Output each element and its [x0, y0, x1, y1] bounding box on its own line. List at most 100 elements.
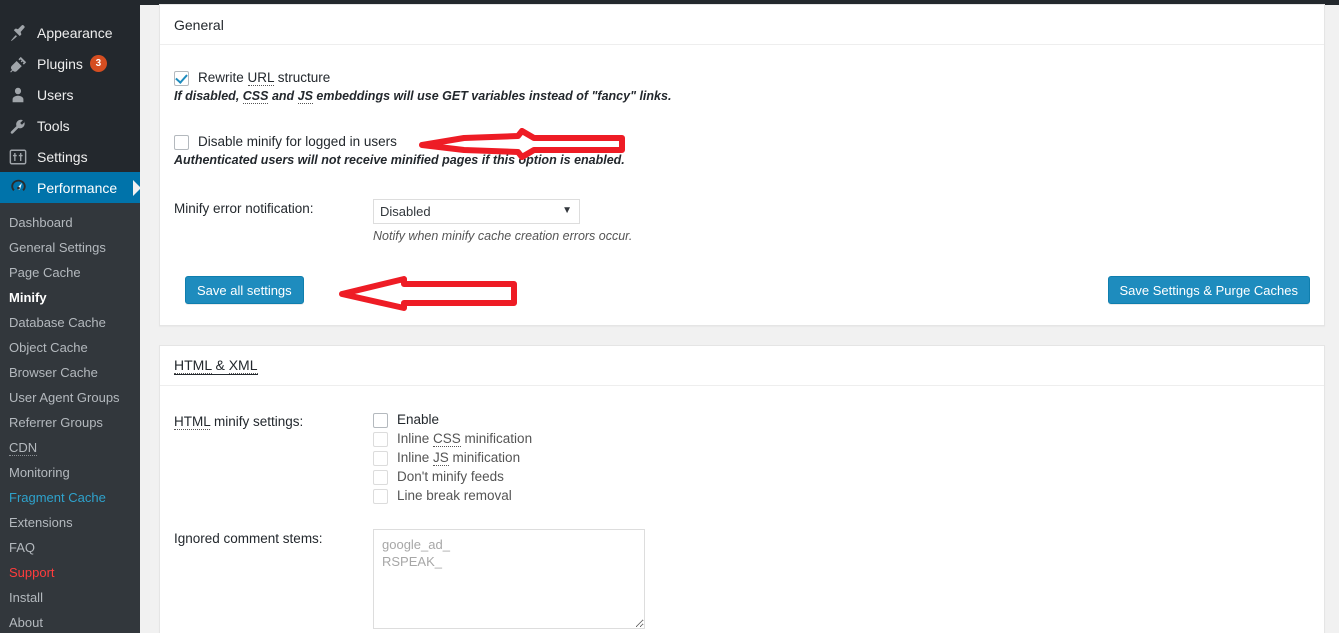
html-xml-panel-body: HTML minify settings: Enable Inline CSS … [160, 386, 1324, 633]
html-minify-label-rest: minify settings: [210, 414, 304, 429]
html-enable-checkbox[interactable] [373, 413, 388, 428]
wordpress-admin-screen: Appearance Plugins 3 Users Tools Setting… [0, 0, 1339, 633]
html-enable-label: Enable [397, 412, 440, 427]
inline-css-pre: Inline [397, 431, 434, 446]
submenu-item-install[interactable]: Install [0, 585, 140, 610]
submenu-item-user-agent-groups[interactable]: User Agent Groups [0, 385, 140, 410]
submenu-item-faq[interactable]: FAQ [0, 535, 140, 560]
sidebar-item-label: Settings [37, 148, 88, 165]
sidebar-item-label: Appearance [37, 24, 113, 41]
rewrite-url-help: If disabled, CSS and JS embeddings will … [174, 89, 1310, 104]
submenu-item-database-cache[interactable]: Database Cache [0, 310, 140, 335]
dont-minify-feeds-label: Don't minify feeds [397, 469, 504, 484]
save-all-settings-button[interactable]: Save all settings [185, 276, 304, 304]
sidebar-item-label: Plugins [37, 55, 83, 72]
save-settings-purge-caches-button[interactable]: Save Settings & Purge Caches [1107, 276, 1310, 304]
submenu-item-extensions[interactable]: Extensions [0, 510, 140, 535]
general-panel: General Rewrite URL structure If disable… [159, 4, 1325, 326]
inline-js-minification-label: Inline JS minification [397, 450, 521, 466]
submenu-item-minify[interactable]: Minify [0, 285, 140, 310]
users-person-icon [8, 85, 28, 105]
js-abbr: JS [433, 450, 449, 466]
inline-js-minification-row[interactable]: Inline JS minification [373, 450, 1310, 466]
minify-error-notification-select[interactable]: Disabled Admin Notification Email Notifi… [373, 199, 580, 224]
tools-wrench-icon [8, 116, 28, 136]
submenu-item-fragment-cache[interactable]: Fragment Cache [0, 485, 140, 510]
submenu-item-general-settings[interactable]: General Settings [0, 235, 140, 260]
inline-css-post: minification [460, 431, 533, 446]
html-abbr: HTML [174, 356, 212, 374]
sidebar-item-plugins[interactable]: Plugins 3 [0, 48, 140, 79]
minify-error-notification-label: Minify error notification: [174, 201, 314, 216]
html-xml-panel: HTML & XML HTML minify settings: Enable … [159, 345, 1325, 633]
submenu-item-page-cache[interactable]: Page Cache [0, 260, 140, 285]
submenu-item-about[interactable]: About [0, 610, 140, 633]
rewrite-help-1: If disabled, [174, 89, 243, 103]
sidebar-item-appearance[interactable]: Appearance [0, 17, 140, 48]
disable-minify-checkbox-row[interactable]: Disable minify for logged in users [174, 134, 1310, 150]
rewrite-help-2: and [268, 89, 298, 103]
submenu-item-browser-cache[interactable]: Browser Cache [0, 360, 140, 385]
html-xml-panel-header: HTML & XML [160, 346, 1324, 386]
disable-minify-checkbox[interactable] [174, 135, 189, 150]
rewrite-url-checkbox-row[interactable]: Rewrite URL structure [174, 70, 1310, 86]
rewrite-url-label: Rewrite URL structure [198, 70, 330, 86]
sidebar-item-tools[interactable]: Tools [0, 110, 140, 141]
inline-js-minification-checkbox[interactable] [373, 451, 388, 466]
performance-submenu: Dashboard General Settings Page Cache Mi… [0, 203, 140, 633]
inline-js-pre: Inline [397, 450, 434, 465]
admin-sidebar: Appearance Plugins 3 Users Tools Setting… [0, 0, 140, 633]
sidebar-item-settings[interactable]: Settings [0, 141, 140, 172]
general-panel-header: General [160, 5, 1324, 45]
minify-error-select-wrap: Disabled Admin Notification Email Notifi… [373, 199, 580, 224]
rewrite-url-setting: Rewrite URL structure If disabled, CSS a… [174, 45, 1310, 104]
general-panel-body: Rewrite URL structure If disabled, CSS a… [160, 45, 1324, 306]
minify-error-notification-field: Disabled Admin Notification Email Notifi… [373, 199, 1310, 243]
html-minify-settings-label: HTML minify settings: [174, 412, 373, 430]
dont-minify-feeds-row[interactable]: Don't minify feeds [373, 469, 1310, 485]
disable-minify-label: Disable minify for logged in users [198, 134, 397, 149]
sidebar-item-label: Performance [37, 179, 118, 196]
submenu-item-object-cache[interactable]: Object Cache [0, 335, 140, 360]
html-xml-title-mid: & [211, 356, 229, 373]
line-break-removal-checkbox[interactable] [373, 489, 388, 504]
line-break-removal-label: Line break removal [397, 488, 512, 503]
appearance-pin-icon [8, 23, 28, 43]
html-enable-row[interactable]: Enable [373, 412, 1310, 428]
html-minify-checkbox-group: Enable Inline CSS minification Inline JS… [373, 412, 1310, 507]
line-break-removal-row[interactable]: Line break removal [373, 488, 1310, 504]
main-content: General Rewrite URL structure If disable… [159, 0, 1325, 633]
ignored-comment-stems-label: Ignored comment stems: [174, 531, 323, 546]
ignored-comment-stems-field: google_ad_ RSPEAK_ Do not remove comment… [373, 529, 1310, 633]
url-abbr: URL [247, 70, 275, 86]
rewrite-label-pre: Rewrite [198, 70, 248, 85]
general-panel-title: General [174, 16, 224, 33]
sidebar-item-label: Tools [37, 117, 70, 134]
inline-css-minification-checkbox[interactable] [373, 432, 388, 447]
submenu-item-cdn[interactable]: CDN [0, 435, 140, 460]
rewrite-url-checkbox[interactable] [174, 71, 189, 86]
inline-css-minification-label: Inline CSS minification [397, 431, 533, 447]
submenu-item-dashboard[interactable]: Dashboard [0, 210, 140, 235]
css-abbr: CSS [433, 431, 461, 447]
rewrite-help-3: embeddings will use GET variables instea… [312, 89, 672, 103]
ignored-comment-stems-row: Ignored comment stems: google_ad_ RSPEAK… [174, 507, 1310, 633]
js-abbr: JS [297, 89, 313, 104]
inline-js-post: minification [448, 450, 521, 465]
disable-minify-help: Authenticated users will not receive min… [174, 153, 625, 167]
cdn-abbr: CDN [9, 440, 38, 456]
admin-menu-top: Appearance Plugins 3 Users Tools Setting… [0, 0, 140, 203]
sidebar-item-performance[interactable]: Performance [0, 172, 140, 203]
submenu-item-referrer-groups[interactable]: Referrer Groups [0, 410, 140, 435]
performance-w3tc-icon [8, 178, 28, 198]
submenu-item-support[interactable]: Support [0, 560, 140, 585]
html-xml-panel-title: HTML & XML [174, 356, 258, 375]
dont-minify-feeds-checkbox[interactable] [373, 470, 388, 485]
css-abbr: CSS [242, 89, 269, 104]
xml-abbr: XML [228, 356, 258, 374]
submenu-item-monitoring[interactable]: Monitoring [0, 460, 140, 485]
inline-css-minification-row[interactable]: Inline CSS minification [373, 431, 1310, 447]
ignored-comment-stems-textarea[interactable]: google_ad_ RSPEAK_ [373, 529, 645, 629]
sidebar-item-label: Users [37, 86, 74, 103]
sidebar-item-users[interactable]: Users [0, 79, 140, 110]
